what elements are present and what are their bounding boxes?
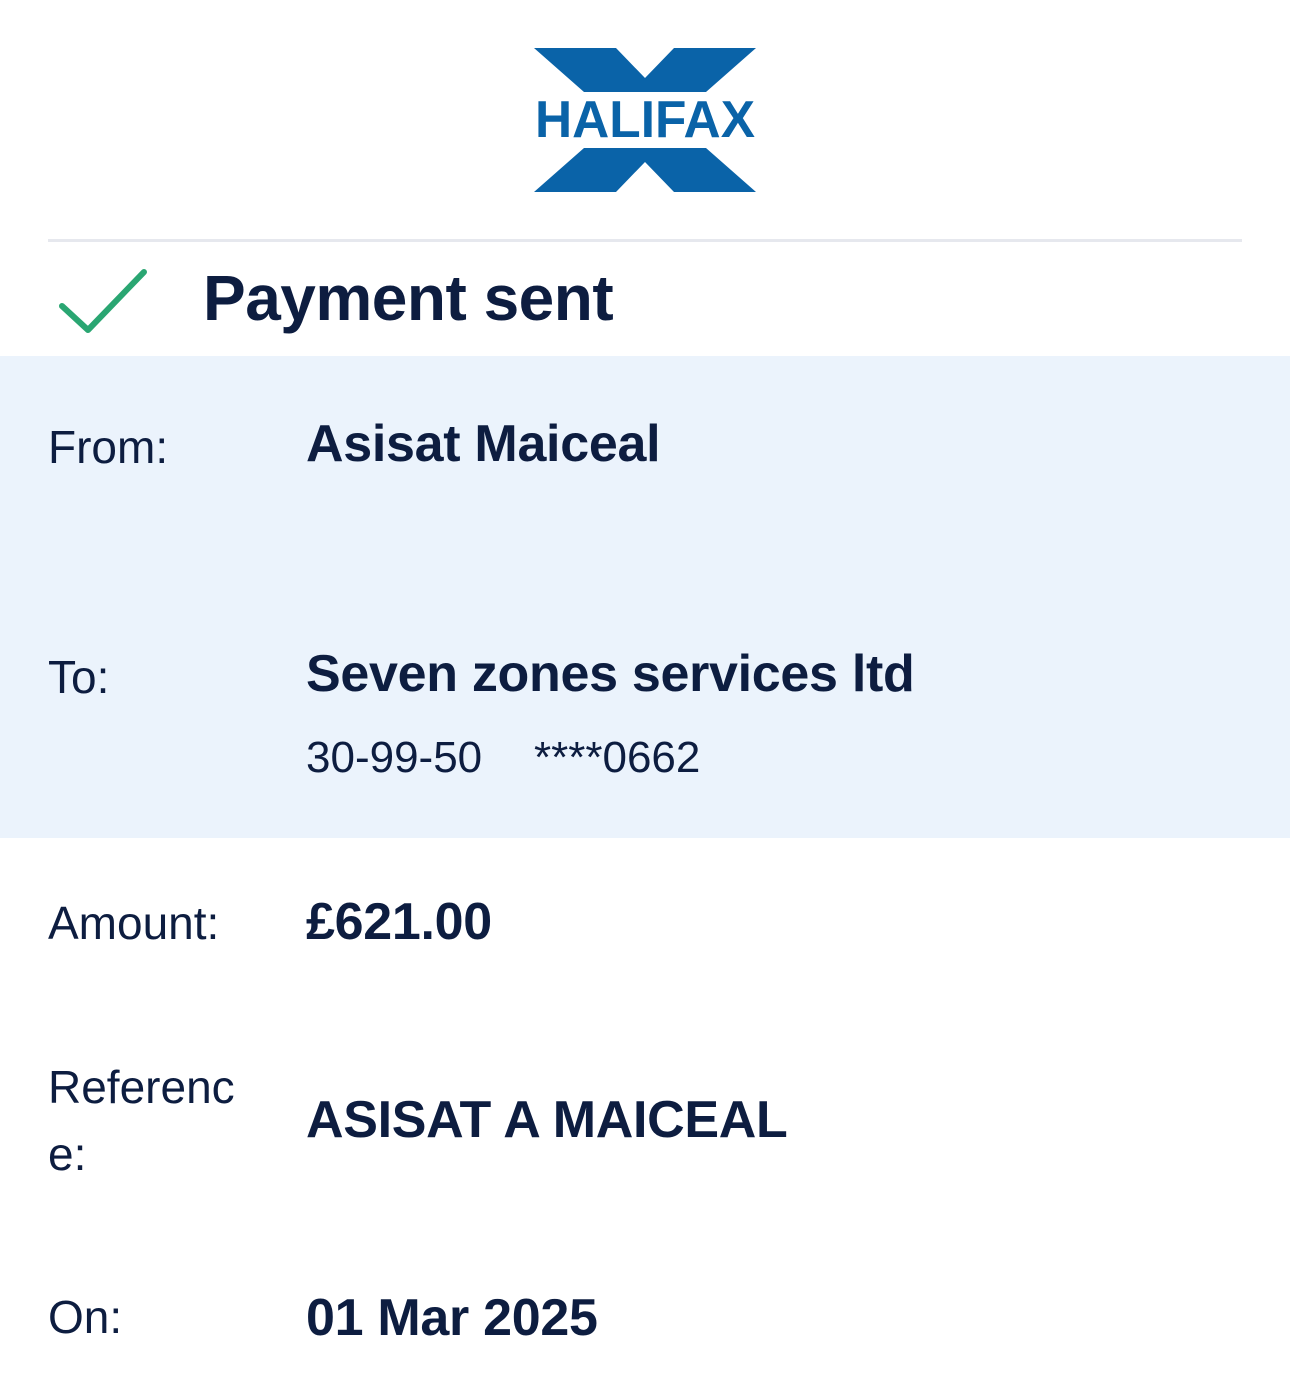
check-icon	[59, 269, 147, 333]
halifax-logo: HALIFAX	[530, 44, 760, 196]
reference-value: ASISAT A MAICEAL	[306, 1091, 788, 1149]
to-label: To:	[48, 651, 110, 703]
payment-status: Payment sent	[0, 242, 1290, 356]
page-title: Payment sent	[203, 262, 614, 334]
amount-label: Amount:	[48, 897, 220, 949]
payment-parties: From: Asisat Maiceal To: Seven zones ser…	[0, 356, 1290, 838]
halifax-x-mark: HALIFAX	[534, 48, 756, 192]
reference-label: Reference:	[48, 1061, 235, 1180]
from-value: Asisat Maiceal	[306, 415, 661, 473]
from-label: From:	[48, 421, 169, 473]
account-number: ****0662	[534, 733, 701, 782]
amount-value: £621.00	[306, 893, 492, 951]
sort-code: 30-99-50	[306, 733, 483, 782]
date-value: 01 Mar 2025	[306, 1289, 598, 1347]
date-label: On:	[48, 1291, 123, 1343]
brand-wordmark: HALIFAX	[535, 91, 755, 149]
to-value: Seven zones services ltd	[306, 645, 915, 703]
